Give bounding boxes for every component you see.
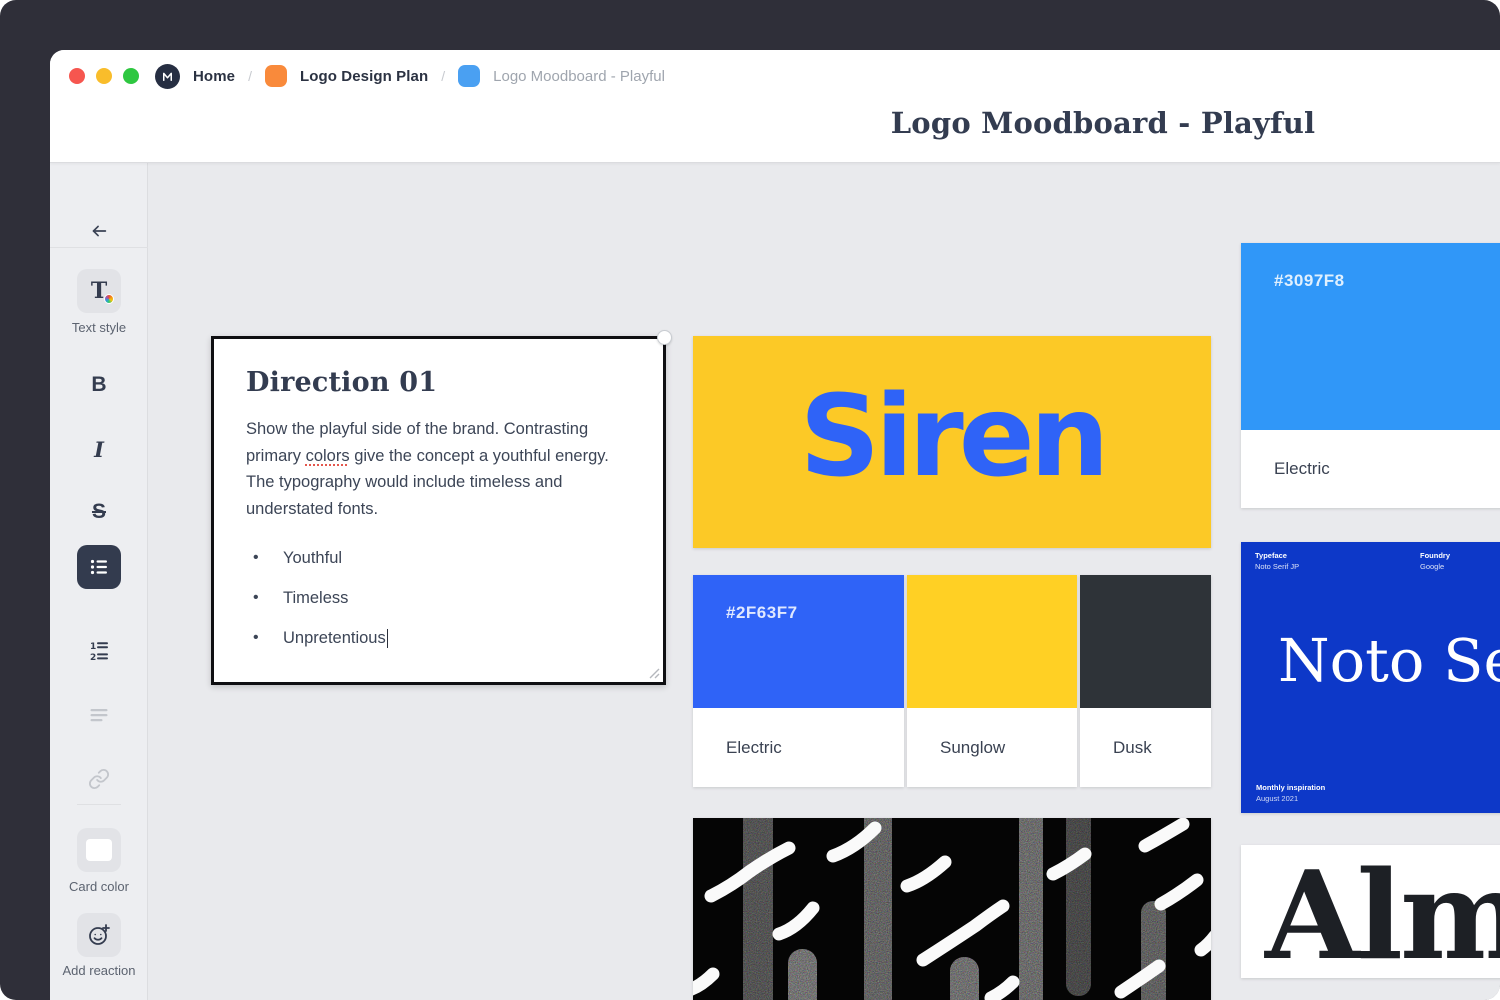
alignment-button[interactable] [77,693,121,737]
breadcrumb-separator: / [441,68,445,84]
italic-button[interactable]: I [77,427,121,471]
collapse-sidebar-button[interactable] [50,220,148,242]
header-bar: Home / Logo Design Plan / Logo Moodboard… [50,50,1500,163]
breadcrumb-home[interactable]: Home [193,68,235,85]
pattern-image [693,818,1211,1000]
numbered-list-icon: 1 2 [87,639,111,663]
board-canvas[interactable]: Direction 01 Show the playful side of th… [149,164,1500,1000]
image-card-siren-logo[interactable]: Siren [693,336,1211,548]
list-item: • Youthful [246,538,633,578]
image-card-alm-type[interactable]: Alm [1241,845,1500,978]
card-color-label: Card color [50,879,148,894]
breadcrumb-board-current[interactable]: Logo Moodboard - Playful [493,68,665,85]
list-item: • Timeless [246,578,633,618]
italic-icon: I [94,437,104,462]
bullet-list-button[interactable] [77,545,121,589]
formatting-sidebar: T Text style B I S [50,163,148,1000]
connector-handle[interactable] [657,330,672,345]
breadcrumb-board-parent[interactable]: Logo Design Plan [300,68,428,85]
add-reaction-icon [87,923,111,947]
bold-button[interactable]: B [77,363,121,407]
text-style-button[interactable]: T [77,269,121,313]
sidebar-divider [77,804,121,805]
board-icon-blue[interactable] [458,65,480,87]
card-color-button[interactable] [77,828,121,872]
text-cursor [387,629,389,648]
bold-icon: B [91,373,106,397]
board-icon-orange[interactable] [265,65,287,87]
strikethrough-icon: S [92,500,106,524]
breadcrumb-separator: / [248,68,252,84]
add-reaction-button[interactable] [77,913,121,957]
app-window: Home / Logo Design Plan / Logo Moodboard… [50,50,1500,1000]
color-swatch[interactable]: #3097F8 [1241,243,1500,430]
alignment-icon [88,704,110,726]
color-card-electric-light[interactable]: #3097F8 Electric [1241,243,1500,508]
window-controls [69,68,139,84]
sidebar-divider [50,247,148,248]
link-button[interactable] [77,757,121,801]
list-item: • Unpretentious [246,618,633,658]
link-icon [88,768,110,790]
bullet-list[interactable]: • Youthful • Timeless • Unpretentious [246,538,633,658]
noto-footer: Monthly inspiration August 2021 [1256,782,1325,804]
color-card-sunglow[interactable]: Sunglow [907,575,1077,787]
color-swatch[interactable] [907,575,1077,708]
color-hex-value: #3097F8 [1274,271,1345,290]
color-swatch[interactable] [1080,575,1211,708]
siren-logo-text: Siren [800,381,1105,503]
card-title[interactable]: Direction 01 [246,367,633,398]
text-style-icon: T [91,280,107,302]
image-card-noto-serif[interactable]: Typeface Noto Serif JP Foundry Google No… [1241,542,1500,813]
minimize-window-button[interactable] [96,68,112,84]
resize-handle-icon[interactable] [647,666,660,679]
color-name: Electric [1241,430,1500,508]
image-card-pattern[interactable] [693,818,1211,1000]
misspelled-word: colors [306,447,350,465]
alm-specimen-text: Alm [1241,848,1500,976]
milanote-logo-icon[interactable] [155,64,180,89]
svg-text:1: 1 [90,642,96,652]
add-reaction-label: Add reaction [50,963,148,978]
app-frame: Home / Logo Design Plan / Logo Moodboard… [0,0,1500,1000]
color-name: Electric [693,708,904,787]
text-card-direction[interactable]: Direction 01 Show the playful side of th… [211,336,666,685]
color-name: Sunglow [907,708,1077,787]
color-card-dusk[interactable]: Dusk [1080,575,1211,787]
breadcrumb: Home / Logo Design Plan / Logo Moodboard… [155,62,665,90]
close-window-button[interactable] [69,68,85,84]
bullet-list-icon [88,556,110,578]
maximize-window-button[interactable] [123,68,139,84]
svg-text:2: 2 [90,653,96,663]
typeface-specimen: Noto Se [1278,631,1500,690]
text-style-label: Text style [50,320,148,335]
card-color-icon [86,839,112,861]
color-card-electric[interactable]: #2F63F7 Electric [693,575,904,787]
color-hex-value: #2F63F7 [726,603,798,622]
numbered-list-button[interactable]: 1 2 [77,629,121,673]
page-title: Logo Moodboard - Playful [853,106,1353,140]
color-name: Dusk [1080,708,1211,787]
card-body-text[interactable]: Show the playful side of the brand. Cont… [246,416,638,522]
back-arrow-icon [88,220,110,242]
typeface-meta: Typeface Noto Serif JP [1255,550,1299,572]
foundry-meta: Foundry Google [1420,550,1450,572]
color-swatch[interactable]: #2F63F7 [693,575,904,708]
